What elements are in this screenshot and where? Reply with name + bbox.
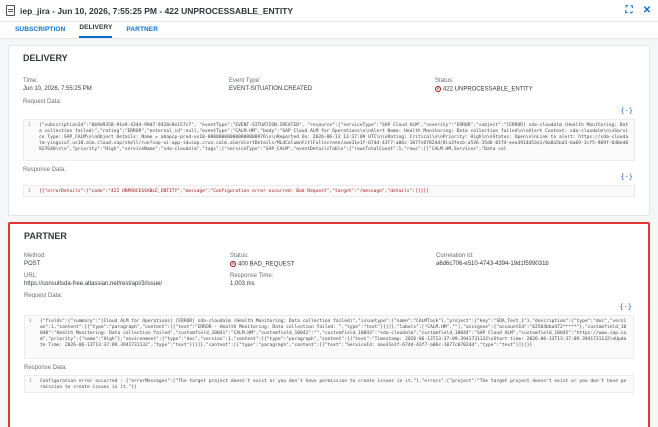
line-number: 1 (28, 188, 31, 194)
partner-response-label: Response Data: (24, 364, 68, 371)
response-time-field: Response Time: 1,003 ms (230, 273, 273, 287)
method-label: Method: (24, 253, 46, 259)
delivery-fields: Time: Jun 10, 2026, 7:55:25 PM Event Typ… (23, 78, 635, 93)
delivery-request-block: {-} 1 {"subscriptionId":"0b9d9358-91e9-4… (23, 107, 635, 161)
partner-status-label: Status: (230, 253, 249, 259)
delivery-response-block: {-} 1 [{"errorDetails":{"code":"422 UNPR… (23, 173, 635, 197)
partner-section: PARTNER Method: POST Status: ✕ 400 BAD_RE… (8, 222, 650, 427)
partner-title: PARTNER (24, 231, 67, 241)
url-field: URL: https://consultsda-free.atlassian.n… (24, 273, 230, 287)
partner-status-value: ✕ 400 BAD_REQUEST (230, 261, 436, 268)
method-field: Method: POST (24, 253, 230, 268)
delivery-request-label: Request Data: (23, 98, 62, 105)
partner-response-block: 1 Configuration error occurred : {"error… (24, 374, 634, 393)
partner-request-text: {"fields":{"summary":"[Cloud ALM for Ope… (40, 318, 627, 349)
line-number: 1 (28, 122, 31, 128)
partner-response-code[interactable]: 1 Configuration error occurred : {"error… (24, 374, 634, 393)
window-title: iep_jira - Jun 10, 2026, 7:55:25 PM - 42… (20, 5, 294, 16)
time-label: Time: (23, 78, 38, 84)
tab-subscription[interactable]: SUBSCRIPTION (15, 26, 65, 38)
expand-icon[interactable]: ⛶ (624, 5, 634, 16)
partner-request-code[interactable]: 1 {"fields":{"summary":"[Cloud ALM for O… (24, 314, 634, 359)
tab-bar: SUBSCRIPTION DELIVERY PARTNER (0, 22, 658, 39)
status-text: 422 UNPROCESSABLE_ENTITY (443, 86, 533, 93)
event-type-label: Event Type: (229, 78, 261, 84)
tab-delivery[interactable]: DELIVERY (79, 24, 113, 38)
error-icon: ✕ (230, 261, 236, 267)
status-field: Status: ✕ 422 UNPROCESSABLE_ENTITY (435, 78, 533, 93)
time-field: Time: Jun 10, 2026, 7:55:25 PM (23, 78, 229, 93)
correlation-value: a6d6c706-e510-4743-4394-19d1f599031b (436, 261, 549, 267)
document-icon (6, 5, 15, 16)
partner-status-text: 400 BAD_REQUEST (238, 261, 295, 268)
url-label: URL: (24, 272, 38, 279)
response-time-value: 1,003 ms (230, 280, 255, 287)
partner-status-field: Status: ✕ 400 BAD_REQUEST (230, 253, 436, 268)
tab-partner[interactable]: PARTNER (126, 26, 158, 38)
delivery-request-text: {"subscriptionId":"0b9d9358-91e9-4344-99… (39, 122, 629, 153)
event-type-field: Event Type: EVENT-SITUATION.CREATED (229, 78, 435, 93)
expand-code-icon[interactable]: {-} (620, 173, 633, 181)
main-content: DELIVERY Time: Jun 10, 2026, 7:55:25 PM … (0, 39, 658, 427)
url-value: https://consultsda-free.atlassian.net/re… (24, 280, 163, 287)
partner-fields-row1: Method: POST Status: ✕ 400 BAD_REQUEST Co… (24, 253, 634, 268)
correlation-label: Correlation Id: (436, 253, 474, 259)
delivery-request-code[interactable]: 1 {"subscriptionId":"0b9d9358-91e9-4344-… (23, 118, 635, 161)
correlation-field: Correlation Id: a6d6c706-e510-4743-4394-… (436, 253, 549, 268)
close-icon[interactable]: ✕ (642, 5, 652, 16)
delivery-response-code[interactable]: 1 [{"errorDetails":{"code":"422 UNPROCES… (23, 184, 635, 197)
status-label: Status: (435, 78, 454, 84)
error-icon: ✕ (435, 86, 441, 92)
expand-code-icon[interactable]: {-} (619, 303, 632, 311)
event-type-value: EVENT-SITUATION.CREATED (229, 86, 313, 92)
line-number: 1 (29, 318, 32, 324)
partner-fields-row2: URL: https://consultsda-free.atlassian.n… (24, 273, 634, 287)
delivery-section: DELIVERY Time: Jun 10, 2026, 7:55:25 PM … (8, 45, 650, 216)
status-value: ✕ 422 UNPROCESSABLE_ENTITY (435, 86, 533, 93)
window-titlebar: iep_jira - Jun 10, 2026, 7:55:25 PM - 42… (0, 0, 658, 22)
partner-request-block: {-} 1 {"fields":{"summary":"[Cloud ALM f… (24, 303, 634, 359)
delivery-title: DELIVERY (23, 53, 68, 63)
partner-response-text: Configuration error occurred : {"errorMe… (40, 378, 627, 390)
time-value: Jun 10, 2026, 7:55:25 PM (23, 86, 92, 92)
delivery-response-text: [{"errorDetails":{"code":"422 UNPROCESSA… (39, 188, 429, 194)
method-value: POST (24, 261, 41, 267)
expand-code-icon[interactable]: {-} (620, 107, 633, 115)
response-time-label: Response Time: (230, 272, 274, 279)
delivery-response-label: Response Data: (23, 166, 67, 173)
partner-request-label: Request Data: (24, 292, 63, 299)
line-number: 1 (29, 378, 32, 384)
